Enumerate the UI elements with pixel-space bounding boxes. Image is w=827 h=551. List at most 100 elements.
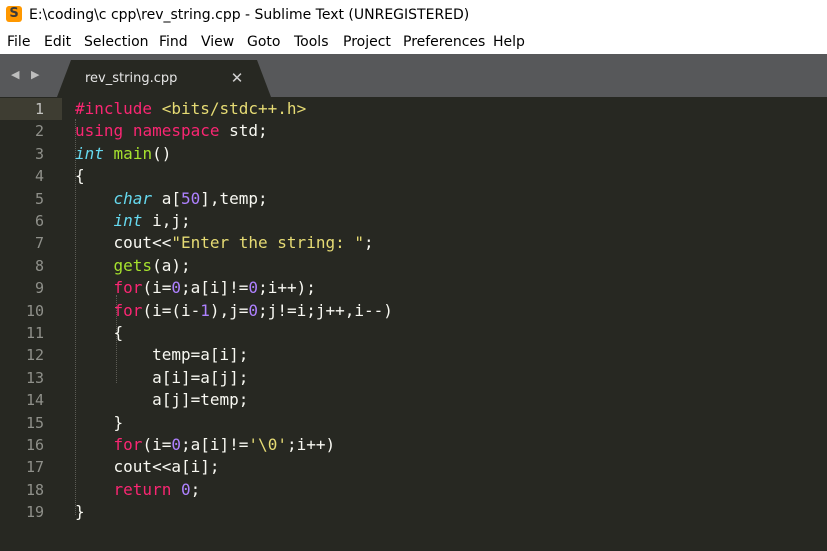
code-token: gets bbox=[113, 255, 153, 275]
code-token: '\0' bbox=[248, 435, 287, 454]
code-token: a[i]=a[j]; bbox=[75, 367, 249, 387]
tab-close-icon[interactable]: ✕ bbox=[229, 70, 245, 86]
sublime-logo-icon: S bbox=[6, 6, 22, 22]
code-line[interactable]: a[j]=temp; bbox=[75, 389, 248, 411]
menu-find[interactable]: Find bbox=[159, 32, 188, 52]
code-line[interactable]: cout<<a[i]; bbox=[75, 456, 220, 478]
line-number: 13 bbox=[25, 368, 44, 387]
code-line[interactable]: #include <bits/stdc++.h> bbox=[75, 98, 306, 120]
menu-bar: File Edit Selection Find View Goto Tools… bbox=[0, 30, 827, 54]
code-token: namespace bbox=[132, 121, 220, 141]
code-line[interactable]: return 0; bbox=[75, 479, 201, 501]
code-line[interactable]: for(i=(i-1),j=0;j!=i;j++,i--) bbox=[75, 300, 393, 322]
code-token: a[j]=temp; bbox=[75, 390, 249, 410]
code-token: (i=(i- bbox=[142, 300, 201, 320]
code-token: ;i++); bbox=[258, 278, 316, 298]
code-token: using bbox=[75, 121, 124, 141]
code-line[interactable]: } bbox=[75, 412, 124, 434]
code-line[interactable]: int main() bbox=[75, 143, 171, 165]
line-number: 14 bbox=[25, 391, 44, 410]
code-token: i,j; bbox=[142, 211, 191, 230]
code-token: char bbox=[113, 188, 153, 208]
line-number: 7 bbox=[34, 234, 44, 253]
line-number: 2 bbox=[34, 122, 44, 141]
menu-preferences[interactable]: Preferences bbox=[403, 32, 485, 52]
code-token: return bbox=[113, 479, 172, 499]
code-line[interactable]: for(i=0;a[i]!=0;i++); bbox=[75, 277, 316, 299]
code-token: ;i++) bbox=[286, 435, 336, 454]
menu-goto[interactable]: Goto bbox=[247, 32, 280, 52]
code-token: main bbox=[113, 143, 153, 163]
menu-view[interactable]: View bbox=[201, 32, 234, 52]
code-token: 0 bbox=[180, 479, 191, 499]
line-number: 12 bbox=[25, 346, 44, 365]
line-number: 5 bbox=[34, 189, 44, 208]
code-editor[interactable]: 1 2 3 4 5 6 7 8 9 10 11 12 13 14 15 16 17 18 19 #include <… bbox=[0, 97, 827, 551]
menu-edit[interactable]: Edit bbox=[44, 32, 71, 52]
code-line[interactable]: int i,j; bbox=[75, 210, 191, 232]
code-line[interactable]: { bbox=[75, 322, 124, 344]
code-line[interactable]: a[i]=a[j]; bbox=[75, 367, 248, 389]
code-token: for bbox=[113, 300, 143, 320]
code-line[interactable]: cout<<"Enter the string: "; bbox=[75, 232, 374, 254]
menu-help[interactable]: Help bbox=[493, 32, 525, 52]
tab-rev-string[interactable]: rev_string.cpp ✕ bbox=[57, 60, 271, 97]
code-token: 50 bbox=[180, 188, 201, 208]
line-number: 1 bbox=[34, 100, 44, 118]
line-number-gutter: 1 2 3 4 5 6 7 8 9 10 11 12 13 14 15 16 17 18 19 bbox=[0, 97, 62, 551]
menu-project[interactable]: Project bbox=[343, 32, 391, 52]
code-line[interactable]: for(i=0;a[i]!='\0';i++) bbox=[75, 434, 336, 456]
menu-file[interactable]: File bbox=[7, 32, 30, 52]
code-token: (i= bbox=[142, 278, 172, 298]
tab-label: rev_string.cpp bbox=[85, 71, 178, 86]
code-token: for bbox=[113, 278, 143, 298]
code-token: int bbox=[113, 211, 143, 230]
menu-tools[interactable]: Tools bbox=[294, 32, 329, 52]
code-line[interactable]: using namespace std; bbox=[75, 120, 268, 142]
line-number: 8 bbox=[34, 256, 44, 275]
code-token: () bbox=[152, 143, 172, 163]
code-token: ; bbox=[363, 233, 374, 253]
code-token: ; bbox=[190, 479, 201, 499]
code-token: (i= bbox=[142, 435, 172, 454]
tab-forward-arrow-icon[interactable]: ▶ bbox=[31, 68, 39, 82]
tab-navigation: ◀ ▶ bbox=[9, 68, 47, 82]
code-token: ),j= bbox=[209, 300, 249, 320]
window-title: E:\coding\c cpp\rev_string.cpp - Sublime… bbox=[29, 7, 470, 23]
code-token: std; bbox=[219, 121, 268, 141]
code-line[interactable]: gets(a); bbox=[75, 255, 191, 277]
code-line[interactable]: } bbox=[75, 501, 85, 523]
line-number: 19 bbox=[25, 503, 44, 522]
line-number: 17 bbox=[25, 458, 44, 477]
line-number: 18 bbox=[25, 480, 44, 499]
code-token: "Enter the string: " bbox=[171, 233, 364, 253]
code-token: #include bbox=[75, 99, 153, 118]
line-number: 6 bbox=[34, 212, 44, 230]
code-line[interactable]: temp=a[i]; bbox=[75, 344, 248, 366]
code-token: { bbox=[75, 166, 85, 186]
tab-back-arrow-icon[interactable]: ◀ bbox=[11, 68, 19, 82]
code-token: } bbox=[75, 502, 85, 522]
menu-selection[interactable]: Selection bbox=[84, 32, 149, 52]
code-token: 0 bbox=[248, 300, 259, 320]
code-line[interactable]: { bbox=[75, 165, 85, 187]
code-token: 0 bbox=[171, 435, 181, 454]
code-token: temp=a[i]; bbox=[75, 345, 249, 365]
code-token: cout<<a[i]; bbox=[75, 457, 220, 477]
code-token: a[ bbox=[152, 188, 181, 208]
tab-bar: ◀ ▶ rev_string.cpp ✕ bbox=[0, 54, 827, 97]
code-line[interactable]: char a[50],temp; bbox=[75, 188, 268, 210]
line-number: 15 bbox=[25, 413, 44, 432]
code-token: ;j!=i;j++,i--) bbox=[258, 300, 393, 320]
code-token: } bbox=[75, 412, 124, 432]
code-token: int bbox=[75, 143, 104, 163]
